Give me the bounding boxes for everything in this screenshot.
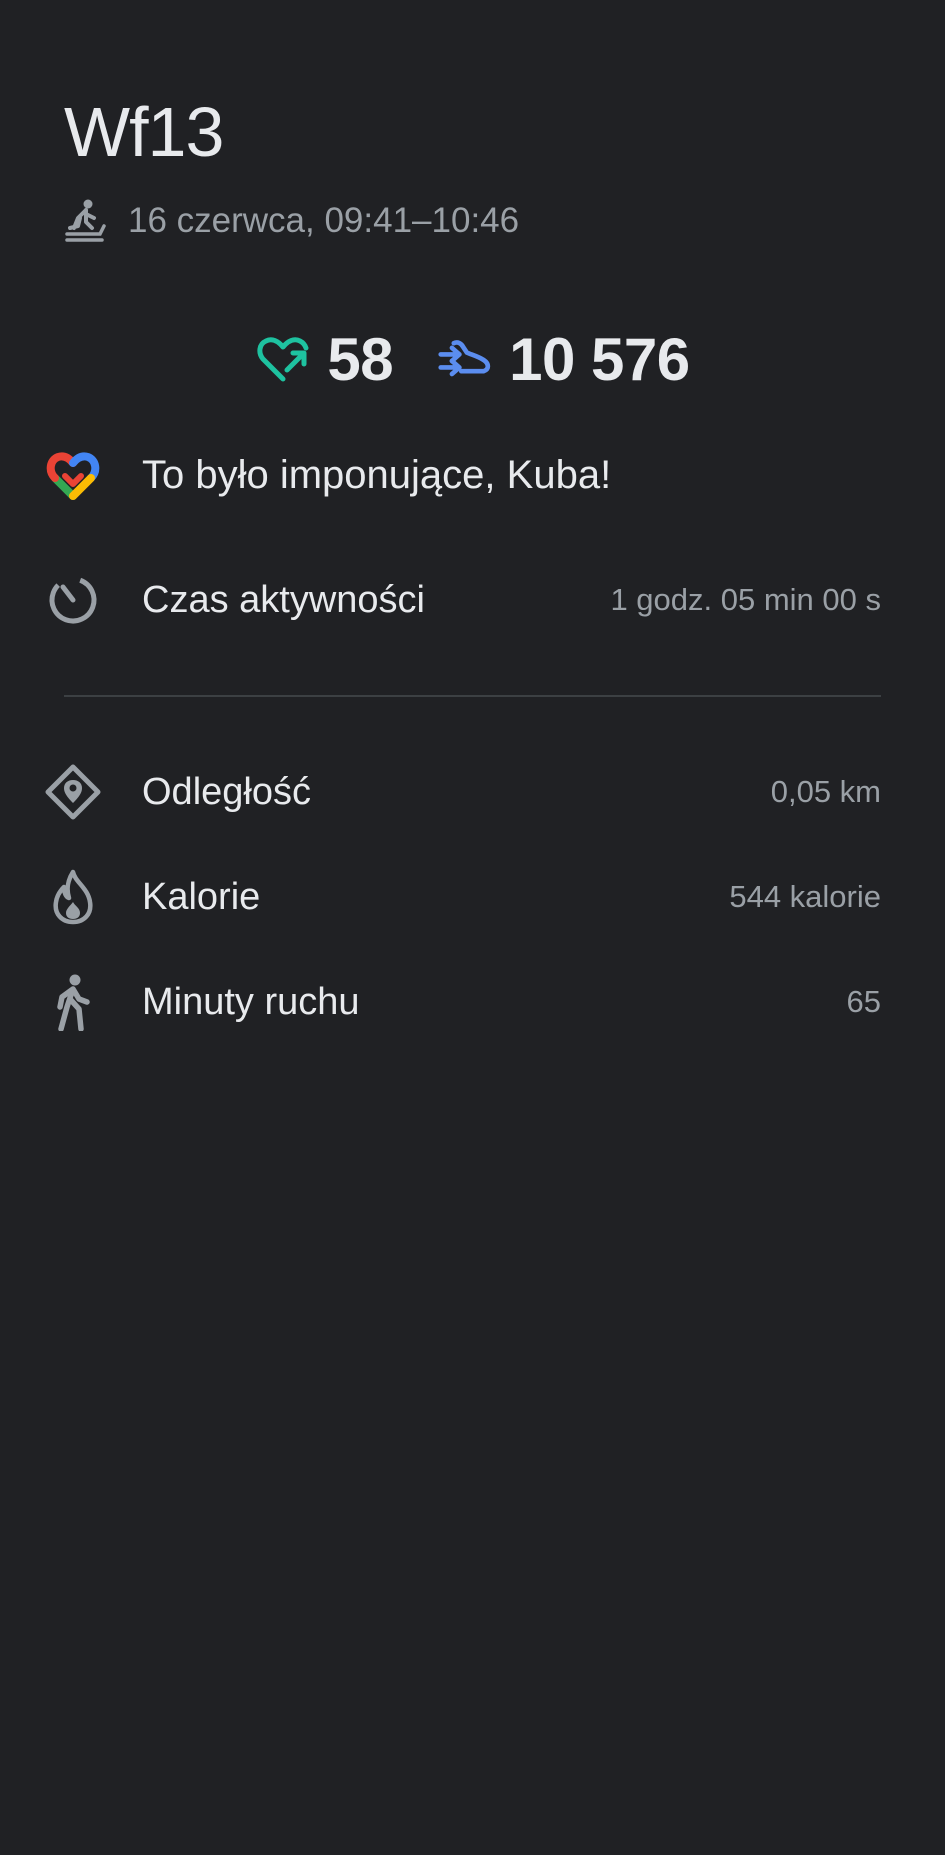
metric-value: 0,05 km bbox=[770, 774, 881, 809]
treadmill-walk-icon bbox=[64, 198, 106, 244]
stats-summary: 58 10 576 bbox=[0, 325, 945, 394]
heart-points-icon bbox=[255, 332, 311, 388]
steps-value: 10 576 bbox=[509, 326, 690, 393]
timer-icon bbox=[44, 571, 102, 629]
flame-icon bbox=[44, 868, 102, 926]
metric-label: Minuty ruchu bbox=[142, 980, 360, 1023]
metric-label: Odległość bbox=[142, 770, 311, 813]
activity-header: Wf13 bbox=[64, 92, 224, 172]
walking-person-icon bbox=[44, 973, 102, 1031]
metric-value: 544 kalorie bbox=[729, 879, 881, 914]
active-time-label: Czas aktywności bbox=[142, 578, 425, 621]
active-time-row: Czas aktywności 1 godz. 05 min 00 s bbox=[44, 571, 881, 629]
activity-datetime: 16 czerwca, 09:41–10:46 bbox=[128, 201, 520, 240]
steps-shoe-icon bbox=[437, 332, 493, 388]
activity-datetime-row: 16 czerwca, 09:41–10:46 bbox=[64, 198, 519, 244]
active-time-value: 1 godz. 05 min 00 s bbox=[610, 582, 881, 617]
heart-points-stat: 58 bbox=[255, 325, 394, 394]
metric-value: 65 bbox=[846, 984, 881, 1019]
motivation-text: To było imponujące, Kuba! bbox=[142, 452, 612, 497]
location-diamond-icon bbox=[44, 763, 102, 821]
section-divider bbox=[64, 695, 881, 697]
motivation-row: To było imponujące, Kuba! bbox=[44, 446, 881, 504]
steps-stat: 10 576 bbox=[437, 325, 690, 394]
metric-label: Kalorie bbox=[142, 875, 261, 918]
metric-row-calories: Kalorie 544 kalorie bbox=[44, 868, 881, 926]
metric-row-distance: Odległość 0,05 km bbox=[44, 763, 881, 821]
activity-title: Wf13 bbox=[64, 93, 224, 171]
metric-row-move-minutes: Minuty ruchu 65 bbox=[44, 973, 881, 1031]
google-fit-heart-icon bbox=[44, 446, 102, 504]
heart-points-value: 58 bbox=[327, 326, 394, 393]
